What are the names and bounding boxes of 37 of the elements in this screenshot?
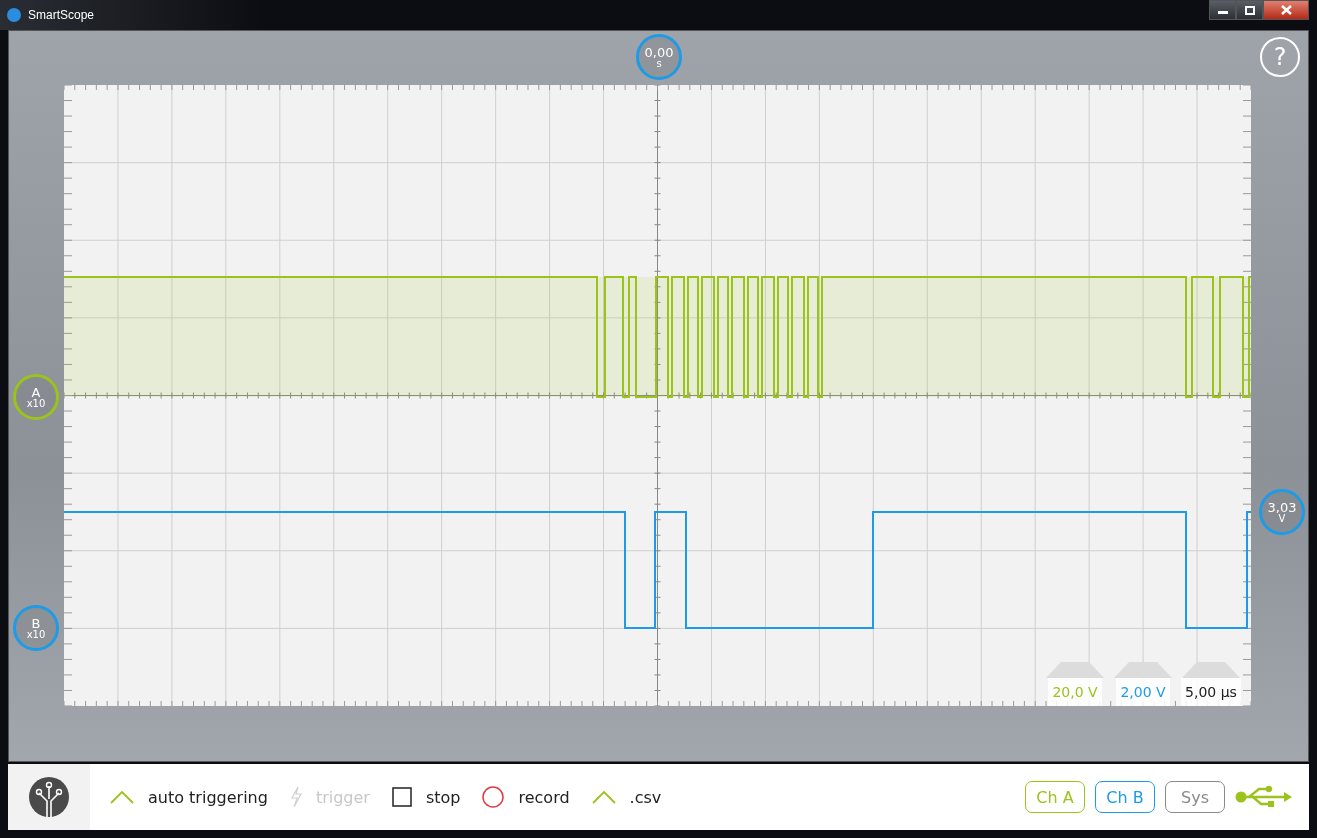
app-icon bbox=[6, 7, 22, 23]
time-unit: s bbox=[656, 58, 662, 69]
toolbar-button[interactable]: stop bbox=[391, 787, 461, 807]
channel-button[interactable]: Ch A bbox=[1025, 781, 1085, 813]
caret-icon bbox=[110, 790, 134, 804]
window-title: SmartScope bbox=[28, 8, 96, 22]
maximize-icon bbox=[1244, 5, 1255, 15]
channel-label: B bbox=[31, 616, 41, 630]
lightning-icon bbox=[289, 786, 302, 808]
logo-icon bbox=[29, 777, 69, 817]
time-value: 0,00 bbox=[644, 45, 674, 59]
toolbar-button[interactable]: record bbox=[482, 786, 570, 808]
channel-scale: x10 bbox=[26, 629, 46, 640]
maximize-button[interactable] bbox=[1236, 0, 1263, 20]
minimize-button[interactable] bbox=[1209, 0, 1236, 20]
channel-marker[interactable]: B x10 bbox=[13, 605, 59, 651]
circle-icon bbox=[482, 786, 505, 808]
usb-icon[interactable] bbox=[1235, 785, 1293, 809]
square-icon bbox=[391, 787, 412, 807]
scale-readout[interactable]: 5,00 µs bbox=[1181, 678, 1241, 706]
trigger-value: 3,03 bbox=[1267, 500, 1297, 514]
channel-button[interactable]: Ch B bbox=[1095, 781, 1155, 813]
toolbar-button[interactable]: .csv bbox=[591, 787, 662, 807]
scale-readout[interactable]: 20,0 V bbox=[1048, 678, 1102, 706]
close-button[interactable] bbox=[1263, 0, 1309, 20]
scale-readout[interactable]: 2,00 V bbox=[1116, 678, 1170, 706]
trigger-level-marker[interactable]: 3,03 V bbox=[1259, 489, 1305, 535]
close-icon bbox=[1280, 5, 1292, 15]
trigger-unit: V bbox=[1278, 513, 1286, 524]
channel-marker[interactable]: A x10 bbox=[13, 374, 59, 420]
caret-icon bbox=[591, 790, 616, 804]
toolbar-button[interactable]: auto triggering bbox=[110, 787, 268, 807]
channel-scale: x10 bbox=[26, 398, 46, 409]
channel-label: A bbox=[31, 385, 41, 399]
channel-button[interactable]: Sys bbox=[1165, 781, 1225, 813]
time-marker[interactable]: 0,00 s bbox=[636, 34, 682, 80]
help-button[interactable]: ? bbox=[1260, 37, 1300, 77]
